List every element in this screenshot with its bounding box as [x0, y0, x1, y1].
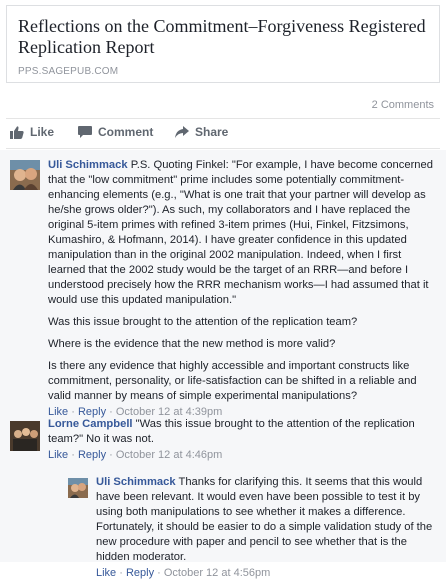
comment-author[interactable]: Uli Schimmack	[48, 159, 128, 171]
like-label: Like	[30, 125, 55, 139]
reply-author[interactable]: Uli Schimmack	[96, 476, 176, 488]
comment-body: Uli Schimmack P.S. Quoting Finkel: "For …	[48, 158, 434, 420]
reply-meta: Like · Reply · October 12 at 4:56pm	[96, 567, 271, 579]
link-domain: PPS.SAGEPUB.COM	[18, 66, 119, 77]
action-bar: Like Comment Share	[0, 125, 446, 145]
thumbs-up-icon	[10, 125, 24, 139]
comment-text: P.S. Quoting Finkel: "For example, I hav…	[48, 159, 433, 306]
comment-section: Uli Schimmack P.S. Quoting Finkel: "For …	[0, 150, 446, 579]
comment-icon	[78, 126, 92, 138]
comment-paragraph: Where is the evidence that the new metho…	[48, 338, 336, 350]
comments-count-link[interactable]: 2 Comments	[372, 99, 434, 111]
link-preview-card[interactable]: Reflections on the Commitment–Forgivenes…	[6, 5, 440, 83]
comment-timestamp[interactable]: October 12 at 4:46pm	[116, 449, 222, 461]
reply-reply-link[interactable]: Reply	[126, 567, 154, 579]
avatar[interactable]	[10, 160, 40, 190]
reply-text: Thanks for clarifying this. It seems tha…	[96, 476, 433, 563]
avatar[interactable]	[68, 478, 88, 498]
comment-label: Comment	[98, 125, 154, 139]
share-label: Share	[195, 125, 229, 139]
divider	[6, 118, 440, 119]
comment-button[interactable]: Comment	[78, 125, 153, 139]
reply-like-link[interactable]: Like	[96, 567, 116, 579]
comment-paragraph: Was this issue brought to the attention …	[48, 316, 358, 328]
reply-body: Uli Schimmack Thanks for clarifying this…	[96, 475, 434, 581]
comment-like-link[interactable]: Like	[48, 449, 68, 461]
share-icon	[175, 126, 189, 138]
share-button[interactable]: Share	[175, 125, 228, 139]
avatar[interactable]	[10, 421, 40, 451]
like-button[interactable]: Like	[10, 125, 54, 139]
link-title[interactable]: Reflections on the Commitment–Forgivenes…	[18, 16, 433, 58]
comment-paragraph: Is there any evidence that highly access…	[48, 360, 417, 402]
divider	[6, 148, 440, 149]
comment-meta: Like · Reply · October 12 at 4:46pm	[48, 449, 223, 461]
comment-reply-link[interactable]: Reply	[78, 449, 106, 461]
comment-author[interactable]: Lorne Campbell	[48, 418, 133, 430]
reply-timestamp[interactable]: October 12 at 4:56pm	[164, 567, 270, 579]
comment-body: Lorne Campbell "Was this issue brought t…	[48, 417, 434, 463]
